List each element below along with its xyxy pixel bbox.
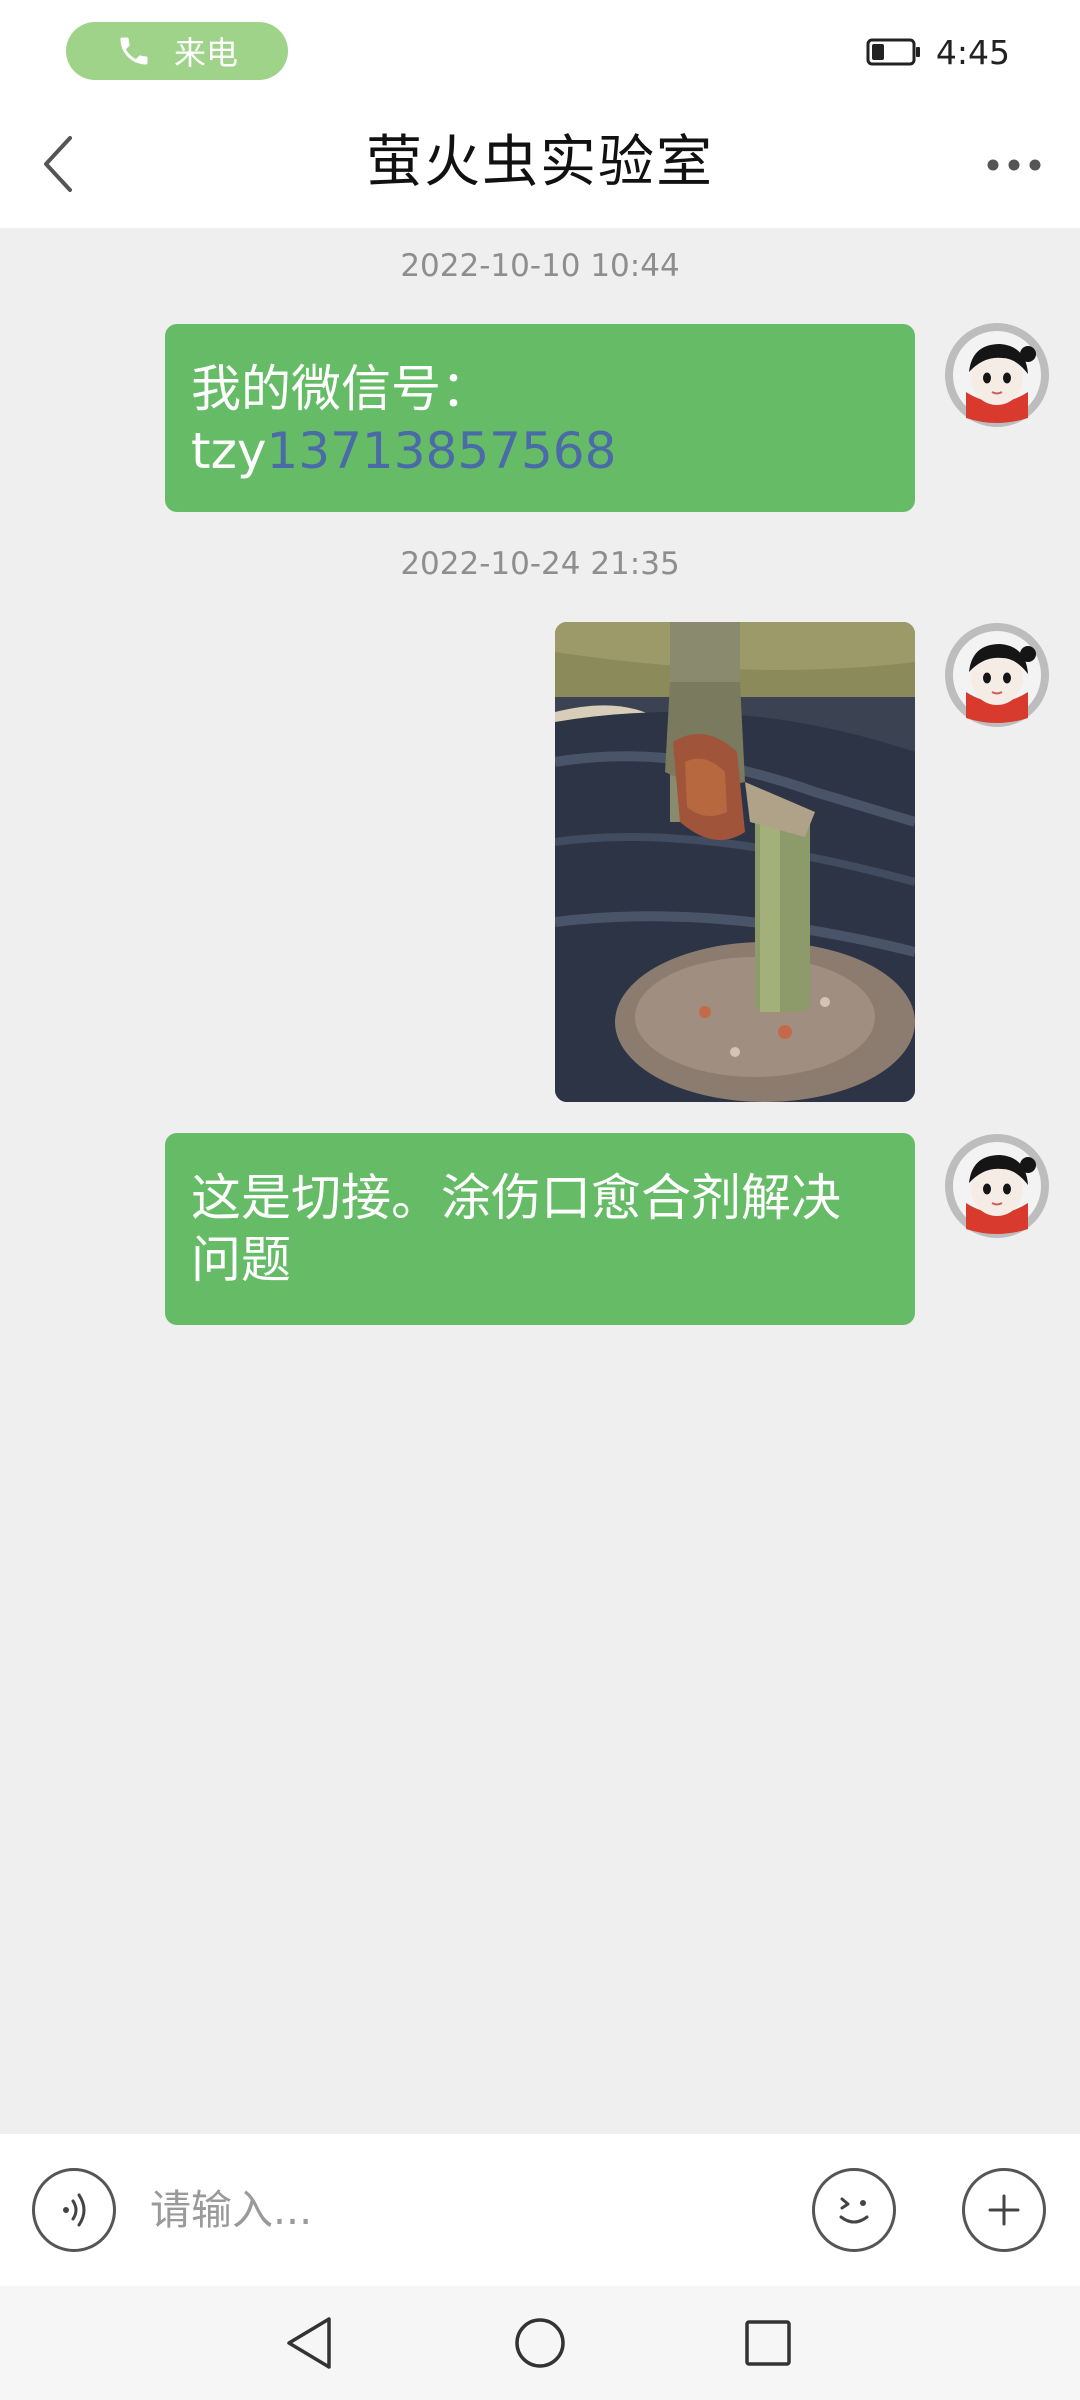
message-bubble[interactable]: 我的微信号： tzy13713857568 bbox=[165, 324, 915, 512]
message-text: 这是切接。涂伤口愈合剂解决问题 bbox=[191, 1169, 841, 1289]
chat-screen: 来电 4:45 萤火虫实验室 2022-10-10 10:44 我的微信号： t… bbox=[0, 0, 1080, 2400]
add-button[interactable] bbox=[962, 2168, 1046, 2252]
call-label: 来电 bbox=[173, 34, 238, 72]
message-text-line: tzy13713857568 bbox=[191, 420, 889, 482]
image-message[interactable] bbox=[555, 622, 915, 1102]
nav-recents-icon bbox=[745, 2320, 791, 2366]
avatar[interactable] bbox=[944, 322, 1050, 428]
message-input[interactable] bbox=[150, 2170, 790, 2250]
voice-icon bbox=[63, 2193, 86, 2227]
voice-button[interactable] bbox=[32, 2168, 116, 2252]
system-nav-bar bbox=[0, 2286, 1080, 2400]
chat-header: 萤火虫实验室 bbox=[0, 100, 1080, 228]
nav-recents-button[interactable] bbox=[733, 2308, 803, 2378]
wechat-prefix: tzy bbox=[191, 422, 267, 480]
battery-icon bbox=[866, 38, 920, 66]
clock: 4:45 bbox=[935, 32, 1010, 72]
avatar[interactable] bbox=[944, 622, 1050, 728]
nav-back-icon bbox=[287, 2317, 331, 2369]
message-bubble[interactable]: 这是切接。涂伤口愈合剂解决问题 bbox=[165, 1133, 915, 1325]
tree-graft-photo bbox=[555, 622, 915, 1102]
avatar[interactable] bbox=[944, 1133, 1050, 1239]
more-dots-icon bbox=[987, 159, 1041, 171]
more-button[interactable] bbox=[976, 130, 1052, 200]
message-text: 我的微信号： bbox=[191, 360, 491, 418]
status-indicators: 4:45 bbox=[866, 26, 1010, 78]
timestamp: 2022-10-10 10:44 bbox=[400, 248, 680, 284]
chat-title: 萤火虫实验室 bbox=[366, 130, 714, 195]
status-bar: 来电 4:45 bbox=[0, 0, 1080, 100]
phone-icon bbox=[120, 37, 148, 65]
incoming-call-pill[interactable]: 来电 bbox=[66, 22, 288, 80]
nav-back-button[interactable] bbox=[274, 2308, 344, 2378]
emoji-icon bbox=[839, 2197, 869, 2224]
input-bar bbox=[0, 2134, 1080, 2286]
nav-home-icon bbox=[515, 2318, 565, 2368]
emoji-button[interactable] bbox=[812, 2168, 896, 2252]
timestamp: 2022-10-24 21:35 bbox=[400, 546, 680, 582]
nav-home-button[interactable] bbox=[505, 2308, 575, 2378]
plus-icon bbox=[988, 2194, 1020, 2226]
phone-link[interactable]: 13713857568 bbox=[266, 422, 616, 480]
